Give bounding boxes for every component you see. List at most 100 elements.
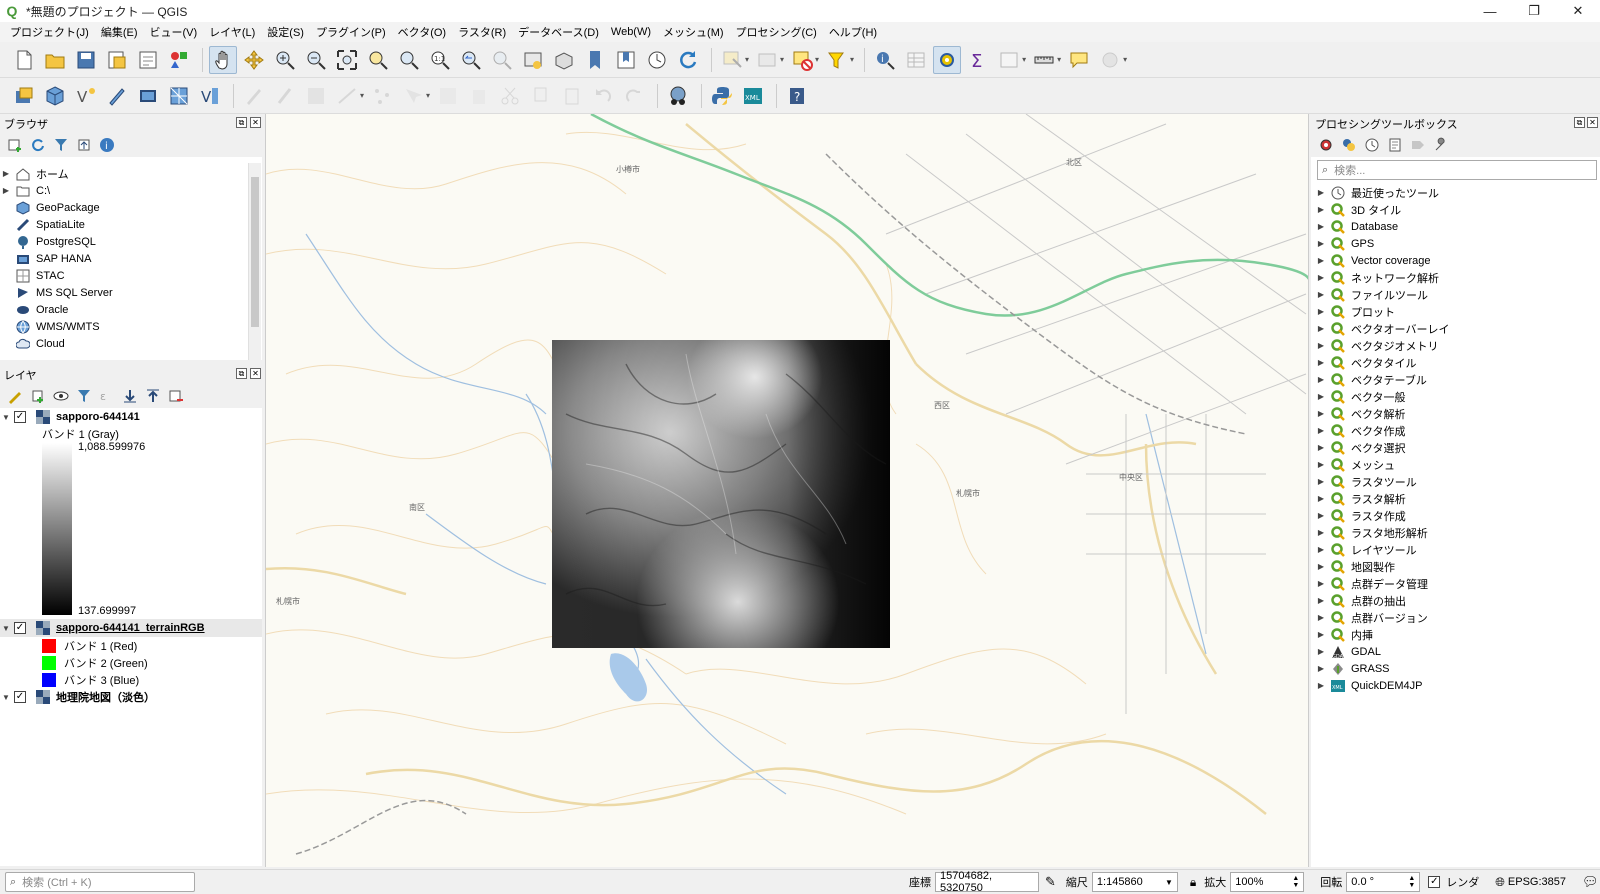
- filter-legend-icon[interactable]: [75, 387, 93, 405]
- open-project-icon[interactable]: [41, 46, 69, 74]
- expand-arrow-icon[interactable]: ▶: [1315, 256, 1327, 265]
- expand-arrow-icon[interactable]: ▶: [1315, 613, 1327, 622]
- select-by-value-icon[interactable]: [753, 46, 781, 74]
- expand-arrow-icon[interactable]: ▶: [1315, 562, 1327, 571]
- expand-arrow-icon[interactable]: ▶: [1315, 273, 1327, 282]
- copy-features-icon[interactable]: [527, 82, 555, 110]
- results-viewer-icon[interactable]: [1386, 136, 1404, 154]
- help-icon[interactable]: ?: [783, 82, 811, 110]
- menu-item[interactable]: プラグイン(P): [310, 24, 392, 40]
- edit-features-in-place-icon[interactable]: [1409, 136, 1427, 154]
- menu-item[interactable]: プロジェクト(J): [4, 24, 95, 40]
- expand-arrow-icon[interactable]: ▶: [1315, 341, 1327, 350]
- pan-hand-icon[interactable]: [209, 45, 237, 74]
- expand-arrow-icon[interactable]: ▶: [1315, 681, 1327, 690]
- browser-item[interactable]: ▶ C:\: [0, 182, 262, 199]
- collapse-arrow-icon[interactable]: ▼: [0, 693, 12, 702]
- processing-provider-item[interactable]: ▶ ラスタ地形解析: [1315, 524, 1600, 541]
- processing-provider-item[interactable]: ▶ 最近使ったツール: [1315, 184, 1600, 201]
- zoom-last-icon[interactable]: [457, 46, 485, 74]
- zoom-next-icon[interactable]: [488, 46, 516, 74]
- browser-scrollbar[interactable]: [248, 163, 261, 360]
- maximize-button[interactable]: ❐: [1512, 0, 1556, 22]
- layer-row-terrainrgb[interactable]: ▼ ✓ sapporo-644141_terrainRGB: [0, 619, 262, 637]
- new-geopackage-layer-icon[interactable]: [41, 82, 69, 110]
- select-by-location-icon[interactable]: [823, 46, 851, 74]
- processing-provider-item[interactable]: ▶ 地図製作: [1315, 558, 1600, 575]
- lock-icon[interactable]: 🔒︎: [1190, 875, 1196, 890]
- expand-arrow-icon[interactable]: ▶: [1315, 630, 1327, 639]
- processing-provider-item[interactable]: ▶ プロット: [1315, 303, 1600, 320]
- processing-provider-item[interactable]: ▶ ベクタタイル: [1315, 354, 1600, 371]
- quickdem-plugin-icon[interactable]: [664, 82, 692, 110]
- layer-row-gsi-map[interactable]: ▼ ✓ 地理院地図（淡色）: [0, 688, 262, 706]
- browser-item[interactable]: STAC: [0, 267, 262, 284]
- crs-value[interactable]: EPSG:3857: [1508, 876, 1566, 888]
- browser-item[interactable]: Oracle: [0, 301, 262, 318]
- add-selected-layer-icon[interactable]: [6, 136, 24, 154]
- collapse-all-icon[interactable]: [75, 136, 93, 154]
- processing-provider-item[interactable]: ▶ ネットワーク解析: [1315, 269, 1600, 286]
- menu-item[interactable]: ビュー(V): [144, 24, 204, 40]
- remove-layer-icon[interactable]: [167, 387, 185, 405]
- layer-visibility-checkbox[interactable]: ✓: [14, 411, 26, 423]
- expand-arrow-icon[interactable]: ▶: [1315, 443, 1327, 452]
- processing-provider-item[interactable]: ▶ 点群データ管理: [1315, 575, 1600, 592]
- toolbox-search-input[interactable]: ⌕ 検索...: [1317, 160, 1597, 180]
- zoom-to-selection-icon[interactable]: [364, 46, 392, 74]
- expand-arrow-icon[interactable]: ▶: [1315, 647, 1327, 656]
- processing-provider-item[interactable]: ▶ ファイルツール: [1315, 286, 1600, 303]
- processing-provider-item[interactable]: ▶ XML QuickDEM4JP: [1315, 677, 1600, 694]
- float-panel-button[interactable]: ⧉: [1574, 117, 1585, 128]
- models-icon[interactable]: [1317, 136, 1335, 154]
- expand-arrow-icon[interactable]: ▶: [1315, 307, 1327, 316]
- browser-item[interactable]: WMS/WMTS: [0, 318, 262, 335]
- manage-visibility-icon[interactable]: [52, 387, 70, 405]
- processing-toolbox-icon[interactable]: [933, 45, 962, 74]
- scale-combo[interactable]: 1:145860 ▼: [1091, 872, 1178, 892]
- zoom-full-icon[interactable]: [333, 46, 361, 74]
- history-clock-icon[interactable]: [1363, 136, 1381, 154]
- expand-arrow-icon[interactable]: ▶: [1315, 494, 1327, 503]
- processing-provider-item[interactable]: ▶ ベクタ一般: [1315, 388, 1600, 405]
- layer-row-sapporo[interactable]: ▼ ✓ sapporo-644141: [0, 408, 262, 426]
- messages-icon[interactable]: 💬︎: [1582, 874, 1599, 890]
- scripts-python-icon[interactable]: [1340, 136, 1358, 154]
- expand-arrow-icon[interactable]: ▶: [0, 186, 12, 195]
- statistics-sigma-icon[interactable]: Σ: [964, 46, 992, 74]
- cut-features-icon[interactable]: [496, 82, 524, 110]
- processing-provider-item[interactable]: ▶ ベクタ解析: [1315, 405, 1600, 422]
- processing-provider-item[interactable]: ▶ 3D タイル: [1315, 201, 1600, 218]
- expand-arrow-icon[interactable]: ▶: [1315, 409, 1327, 418]
- collapse-arrow-icon[interactable]: ▼: [0, 413, 12, 422]
- float-panel-button[interactable]: ⧉: [236, 368, 247, 379]
- coordinate-input[interactable]: 15704682, 5320750: [935, 870, 1039, 894]
- zoom-in-icon[interactable]: [271, 46, 299, 74]
- layer-visibility-checkbox[interactable]: ✓: [14, 691, 26, 703]
- expand-arrow-icon[interactable]: ▶: [1315, 511, 1327, 520]
- processing-provider-item[interactable]: ▶ GRASS: [1315, 660, 1600, 677]
- save-edits-icon[interactable]: [302, 82, 330, 110]
- select-features-icon[interactable]: [718, 46, 746, 74]
- filter-browser-icon[interactable]: [52, 136, 70, 154]
- expand-all-icon[interactable]: [121, 387, 139, 405]
- data-source-manager-icon[interactable]: [10, 82, 38, 110]
- new-temporary-layer-icon[interactable]: [103, 82, 131, 110]
- render-checkbox[interactable]: ✓: [1428, 876, 1441, 888]
- current-edits-icon[interactable]: [240, 82, 268, 110]
- processing-provider-item[interactable]: ▶ ベクタ選択: [1315, 439, 1600, 456]
- expand-arrow-icon[interactable]: ▶: [1315, 358, 1327, 367]
- browser-item[interactable]: GeoPackage: [0, 199, 262, 216]
- toggle-editing-icon[interactable]: [271, 82, 299, 110]
- toggle-extents-icon[interactable]: ✎: [1045, 874, 1056, 890]
- save-project-icon[interactable]: [72, 46, 100, 74]
- digitize-line-icon[interactable]: [333, 82, 361, 110]
- browser-item[interactable]: MS SQL Server: [0, 284, 262, 301]
- modify-attributes-icon[interactable]: [434, 82, 462, 110]
- refresh-browser-icon[interactable]: [29, 136, 47, 154]
- new-virtual-layer-icon[interactable]: [134, 82, 162, 110]
- menu-item[interactable]: Web(W): [605, 26, 657, 38]
- identify-features-icon[interactable]: i: [871, 46, 899, 74]
- close-window-button[interactable]: ✕: [1556, 0, 1600, 22]
- collapse-arrow-icon[interactable]: ▼: [0, 624, 12, 633]
